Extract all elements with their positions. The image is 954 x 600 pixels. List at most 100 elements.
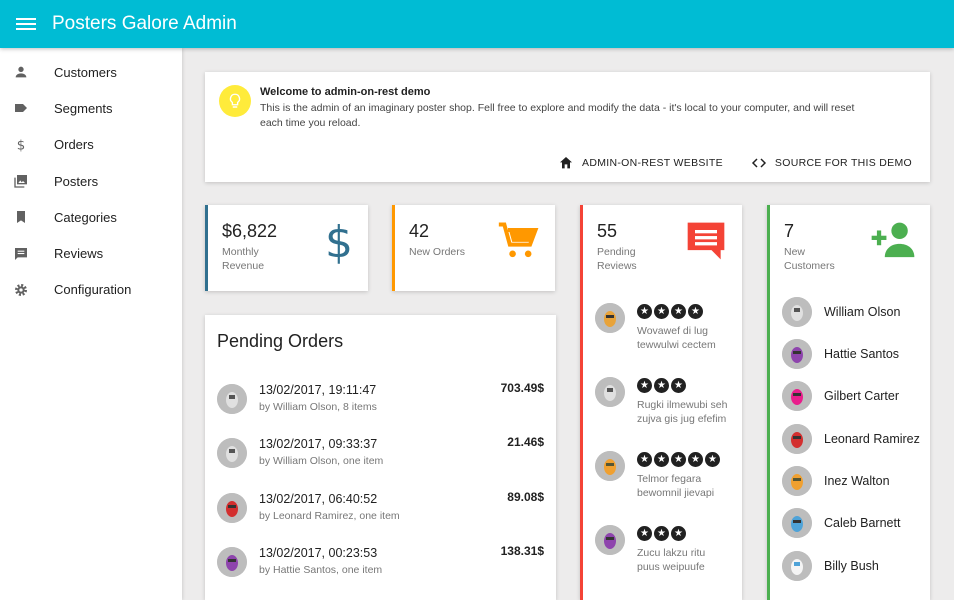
sidebar-item-label: Orders [54,137,94,153]
svg-text:$: $ [17,138,25,152]
person-icon [12,63,30,81]
rating-stars: ★ ★ ★ [637,378,686,393]
pending-orders-card: Pending Orders 13/02/2017, 19:11:47 by W… [205,315,556,600]
order-date: 13/02/2017, 06:40:52 [259,492,378,506]
rating-stars: ★ ★ ★ ★ [637,304,703,319]
avatar [782,551,812,581]
dollar-icon: $ [12,136,30,154]
order-customer: by Leonard Ramirez, one item [259,510,400,522]
order-row[interactable]: 13/02/2017, 09:33:37 by William Olson, o… [205,432,556,482]
avatar [782,297,812,327]
gear-icon [12,281,30,299]
orders-value: 42 [409,221,430,241]
welcome-card: Welcome to admin-on-rest demo This is th… [205,72,930,182]
avatar [217,438,247,468]
bookmark-icon [12,208,30,226]
avatar [595,377,625,407]
review-text-line2: bewomnil jievapi [637,487,715,499]
review-text-line2: tewwulwi cectem [637,339,716,351]
avatar [782,381,812,411]
revenue-value: $6,822 [222,221,278,241]
customers-caption-line1: New [784,246,806,258]
lightbulb-icon [219,85,251,117]
review-text-line1: Rugki ilmewubi seh [637,399,728,411]
sidebar-item-customers[interactable]: Customers [0,54,182,90]
source-link-button[interactable]: SOURCE FOR THIS DEMO [751,155,912,171]
customer-name: Inez Walton [824,474,890,488]
order-row[interactable]: 13/02/2017, 06:40:52 by Leonard Ramirez,… [205,487,556,537]
sidebar-item-label: Configuration [54,282,132,298]
welcome-text: This is the admin of an imaginary poster… [260,102,855,129]
customer-name: William Olson [824,305,901,319]
customer-name: Leonard Ramirez [824,432,920,446]
order-date: 13/02/2017, 19:11:47 [259,383,377,397]
home-icon [560,157,573,169]
review-text-line1: Zucu lakzu ritu [637,547,706,559]
order-amount: 703.49$ [500,381,544,395]
add-person-icon [870,219,916,264]
customer-name: Gilbert Carter [824,389,900,403]
customer-item[interactable]: Billy Bush [782,550,879,582]
sidebar-item-posters[interactable]: Posters [0,163,182,199]
website-link-label: ADMIN-ON-REST WEBSITE [582,157,723,169]
dollar-icon: $ [324,217,354,270]
customer-item[interactable]: Gilbert Carter [782,380,899,412]
menu-icon[interactable] [16,16,36,32]
order-amount: 89.08$ [507,490,544,504]
app-bar: Posters Galore Admin [0,0,954,48]
customer-name: Hattie Santos [824,347,900,361]
new-orders-card: 42 New Orders [392,205,555,291]
order-row[interactable]: 13/02/2017, 19:11:47 by William Olson, 8… [205,378,556,428]
avatar [217,384,247,414]
shopping-cart-icon [497,219,541,268]
sidebar-item-label: Reviews [54,246,104,262]
sidebar-item-label: Categories [54,209,117,225]
sidebar-item-configuration[interactable]: Configuration [0,272,182,308]
avatar [217,547,247,577]
avatar [782,339,812,369]
order-row[interactable]: 13/02/2017, 00:23:53 by Hattie Santos, o… [205,541,556,591]
order-date: 13/02/2017, 09:33:37 [259,437,378,451]
svg-text:$: $ [325,219,353,265]
order-customer: by Hattie Santos, one item [259,564,383,576]
avatar [782,508,812,538]
sidebar-item-label: Customers [54,64,117,80]
sidebar-item-orders[interactable]: $ Orders [0,127,182,163]
sidebar-item-segments[interactable]: Segments [0,90,182,126]
sidebar-item-label: Posters [54,173,99,189]
customer-name: Caleb Barnett [824,516,901,530]
order-customer: by William Olson, one item [259,455,384,467]
customer-item[interactable]: William Olson [782,296,900,328]
order-date: 13/02/2017, 00:23:53 [259,546,378,560]
review-text-line1: Wovawef di lug [637,325,709,337]
review-text-line1: Telmor fegara [637,473,702,485]
new-customers-card: 7 New Customers William Olson Hattie Sant… [767,205,930,600]
order-amount: 21.46$ [507,435,544,449]
customer-item[interactable]: Inez Walton [782,465,890,497]
revenue-caption-line1: Monthly [222,246,259,258]
image-collection-icon [12,172,30,190]
avatar [595,451,625,481]
website-link-button[interactable]: ADMIN-ON-REST WEBSITE [558,155,723,171]
avatar [595,525,625,555]
customer-item[interactable]: Caleb Barnett [782,507,900,539]
avatar [782,424,812,454]
code-icon [751,158,766,168]
review-text-line2: puus weipuufe [637,561,705,573]
revenue-caption-line2: Revenue [222,260,265,272]
sidebar-item-reviews[interactable]: Reviews [0,235,182,271]
orders-caption: New Orders [409,246,466,258]
comment-icon [12,245,30,263]
customer-item[interactable]: Leonard Ramirez [782,423,920,455]
welcome-title: Welcome to admin-on-rest demo [260,86,431,98]
sidebar-item-categories[interactable]: Categories [0,199,182,235]
sidebar-item-label: Segments [54,100,113,116]
customer-item[interactable]: Hattie Santos [782,338,899,370]
comment-icon [684,219,728,268]
rating-stars: ★ ★ ★ [637,526,686,541]
order-amount: 138.31$ [500,544,544,558]
monthly-revenue-card: $6,822 Monthly Revenue $ [205,205,368,291]
reviews-value: 55 [597,221,618,241]
order-customer: by William Olson, 8 items [259,401,377,413]
customer-name: Billy Bush [824,559,879,573]
